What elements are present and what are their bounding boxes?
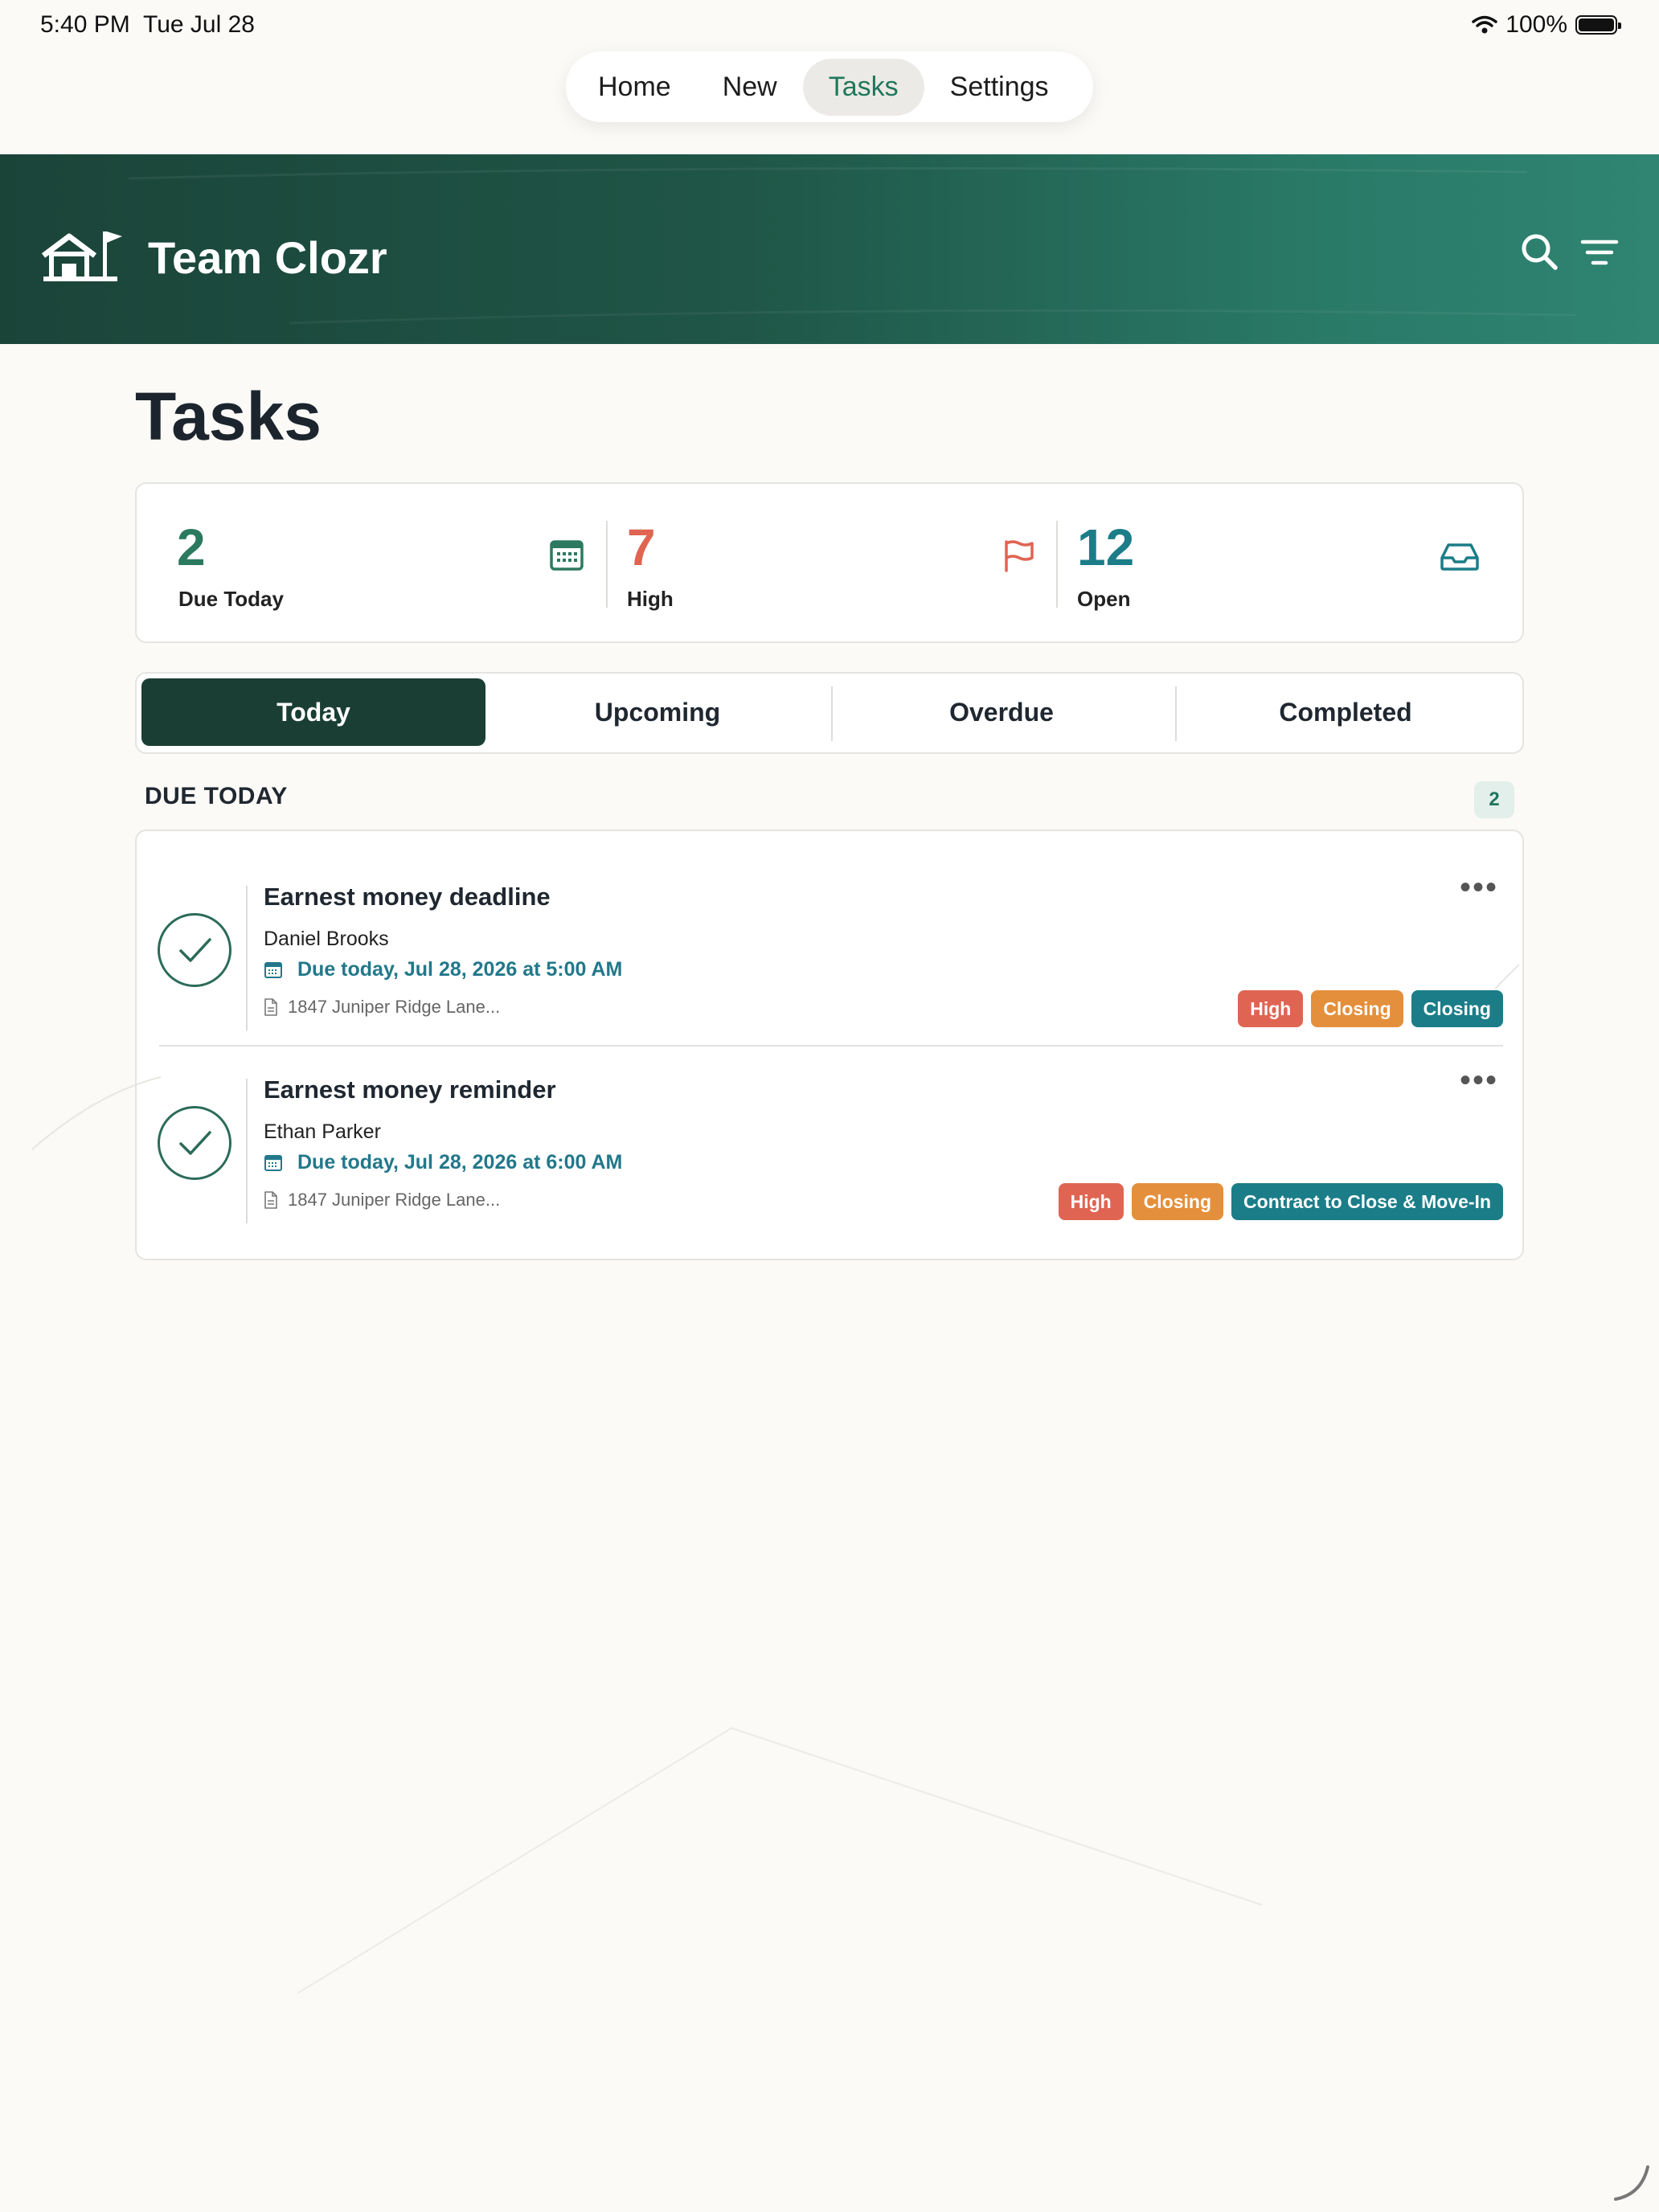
filter-menu-icon[interactable]	[1580, 238, 1619, 267]
brand-house-flag-icon	[41, 231, 122, 281]
stat-high-value: 7	[627, 518, 656, 576]
tab-overdue[interactable]: Overdue	[830, 678, 1174, 746]
nav-tasks[interactable]: Tasks	[802, 58, 924, 116]
status-date: Tue Jul 28	[143, 11, 255, 38]
tab-today[interactable]: Today	[141, 678, 485, 746]
search-icon[interactable]	[1519, 231, 1559, 272]
nav-home[interactable]: Home	[572, 59, 697, 116]
stat-open[interactable]: 12 Open	[1058, 484, 1524, 645]
stat-due-today-value: 2	[177, 518, 206, 576]
battery-icon	[1575, 15, 1621, 35]
stat-open-label: Open	[1077, 587, 1131, 611]
section-title: DUE TODAY	[145, 783, 288, 809]
status-bar: 5:40 PM Tue Jul 28 100%	[0, 0, 1659, 51]
status-right: 100%	[1472, 11, 1621, 39]
wifi-icon	[1472, 15, 1498, 34]
resize-handle-icon	[1614, 2165, 1649, 2201]
stat-due-today-label: Due Today	[178, 587, 284, 611]
nav-settings[interactable]: Settings	[924, 59, 1075, 116]
brand-name: Team Clozr	[148, 232, 387, 283]
tab-upcoming[interactable]: Upcoming	[485, 678, 830, 746]
section-count-badge: 2	[1474, 781, 1514, 818]
inbox-icon	[1440, 543, 1479, 571]
filter-tabs: Today Upcoming Overdue Completed	[135, 672, 1524, 754]
stat-high-label: High	[627, 587, 674, 611]
stat-due-today[interactable]: 2 Due Today	[137, 484, 587, 645]
status-time: 5:40 PM	[40, 11, 130, 38]
flag-icon	[1005, 540, 1034, 572]
background-decoration	[31, 964, 1520, 1994]
tab-completed[interactable]: Completed	[1174, 678, 1518, 746]
stat-open-value: 12	[1077, 518, 1135, 576]
nav-new[interactable]: New	[697, 59, 803, 116]
battery-percent: 100%	[1505, 11, 1567, 38]
page-title: Tasks	[135, 379, 322, 454]
stat-high[interactable]: 7 High	[608, 484, 1058, 645]
stats-card: 2 Due Today 7 High 12 Open	[135, 482, 1524, 643]
app-header: Team Clozr	[0, 154, 1659, 344]
calendar-icon	[550, 540, 584, 571]
top-nav: Home New Tasks Settings	[566, 51, 1093, 122]
